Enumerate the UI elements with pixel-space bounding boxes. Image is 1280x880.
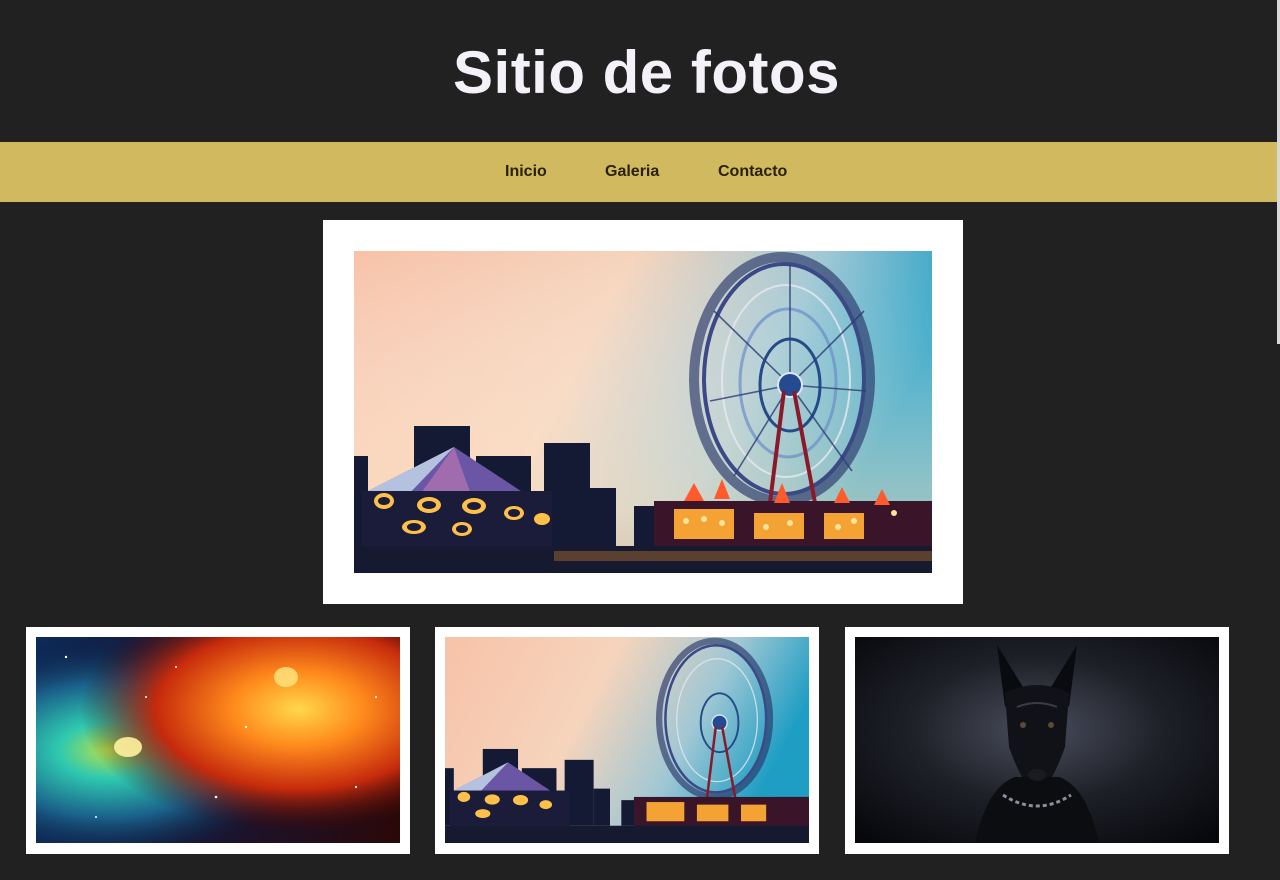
thumbnail-ferris-wheel[interactable] [445, 637, 809, 843]
hero-photo-frame [323, 220, 963, 604]
thumbnail-frame-3 [845, 627, 1229, 854]
nav-link-inicio[interactable]: Inicio [505, 142, 547, 202]
site-header: Sitio de fotos [0, 0, 1277, 142]
thumbnail-doberman[interactable] [855, 637, 1219, 843]
hero-photo-ferris-wheel[interactable] [354, 251, 932, 573]
thumbnail-nebula[interactable] [36, 637, 400, 843]
thumbnail-frame-2 [435, 627, 819, 854]
nav-link-galeria[interactable]: Galeria [605, 142, 659, 202]
doberman-photo-graphic [855, 637, 1219, 843]
thumbnail-frame-1 [26, 627, 410, 854]
site-title: Sitio de fotos [453, 38, 840, 106]
ferris-wheel-photo-graphic [354, 251, 932, 573]
page: Sitio de fotos Inicio Galeria Contacto [0, 0, 1280, 880]
main-nav: Inicio Galeria Contacto [0, 142, 1277, 202]
nav-link-contacto[interactable]: Contacto [718, 142, 787, 202]
ferris-wheel-thumbnail-graphic [445, 637, 809, 843]
nebula-photo-graphic [36, 637, 400, 843]
